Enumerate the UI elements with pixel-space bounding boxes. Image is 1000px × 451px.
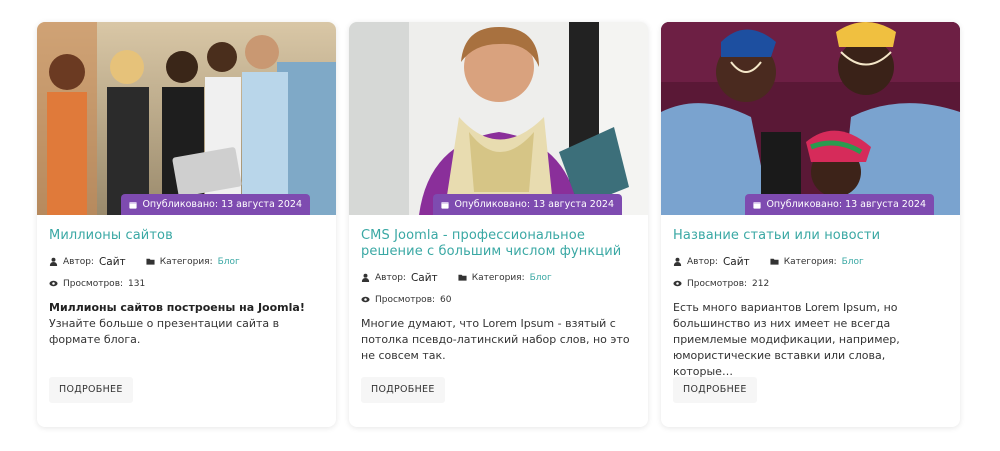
folder-icon (458, 274, 467, 281)
article-excerpt: Многие думают, что Lorem Ipsum - взятый … (361, 316, 636, 364)
photo-woman-with-scarf-icon (349, 22, 648, 215)
published-badge: Опубликовано: 13 августа 2024 (433, 194, 622, 215)
excerpt-text: Есть много вариантов Lorem Ipsum, но бол… (673, 301, 900, 378)
author-name: Сайт (98, 255, 126, 268)
article-meta-views: Просмотров: 131 (49, 276, 324, 291)
folder-icon (146, 258, 155, 265)
article-meta-author-category: Автор: Сайт Категория: Блог (361, 270, 636, 285)
article-title[interactable]: Миллионы сайтов (49, 228, 324, 244)
excerpt-text: Узнайте больше о презентации сайта в фор… (49, 317, 280, 346)
article-excerpt: Есть много вариантов Lorem Ipsum, но бол… (673, 300, 948, 380)
eye-icon (49, 280, 58, 287)
article-card: Опубликовано: 13 августа 2024 Миллионы с… (37, 22, 336, 427)
category-label: Категория: (783, 256, 837, 267)
category-link[interactable]: Блог (842, 257, 864, 267)
article-image[interactable]: Опубликовано: 13 августа 2024 (37, 22, 336, 215)
read-more-button[interactable]: ПОДРОБНЕЕ (673, 377, 757, 403)
article-image[interactable]: Опубликовано: 13 августа 2024 (349, 22, 648, 215)
excerpt-bold: Миллионы сайтов построены на Joomla! (49, 301, 305, 314)
published-badge: Опубликовано: 13 августа 2024 (745, 194, 934, 215)
articles-grid: Опубликовано: 13 августа 2024 Миллионы с… (0, 0, 1000, 451)
published-date: Опубликовано: 13 августа 2024 (142, 199, 302, 210)
author-label: Автор: (63, 256, 94, 267)
eye-icon (673, 280, 682, 287)
views-count: 60 (440, 294, 452, 305)
article-image[interactable]: Опубликовано: 13 августа 2024 (661, 22, 960, 215)
category-link[interactable]: Блог (218, 257, 240, 267)
article-excerpt: Миллионы сайтов построены на Joomla! Узн… (49, 300, 324, 348)
author-label: Автор: (375, 272, 406, 283)
published-date: Опубликовано: 13 августа 2024 (766, 199, 926, 210)
article-card: Опубликовано: 13 августа 2024 CMS Joomla… (349, 22, 648, 427)
author-label: Автор: (687, 256, 718, 267)
calendar-icon (441, 202, 450, 209)
views-label: Просмотров: (375, 294, 436, 305)
user-icon (49, 257, 58, 266)
author-name: Сайт (410, 271, 438, 284)
folder-icon (770, 258, 779, 265)
article-meta-author-category: Автор: Сайт Категория: Блог (673, 254, 948, 269)
category-label: Категория: (471, 272, 525, 283)
published-date: Опубликовано: 13 августа 2024 (454, 199, 614, 210)
photo-friends-with-tablet-icon (37, 22, 336, 215)
category-link[interactable]: Блог (530, 273, 552, 283)
article-title[interactable]: CMS Joomla - профессиональное решение с … (361, 228, 636, 260)
photo-two-women-face-paint-icon (661, 22, 960, 215)
user-icon (361, 273, 370, 282)
article-meta-views: Просмотров: 212 (673, 276, 948, 291)
author-name: Сайт (722, 255, 750, 268)
calendar-icon (753, 202, 762, 209)
published-badge: Опубликовано: 13 августа 2024 (121, 194, 310, 215)
article-title[interactable]: Название статьи или новости (673, 228, 948, 244)
category-label: Категория: (159, 256, 213, 267)
read-more-button[interactable]: ПОДРОБНЕЕ (361, 377, 445, 403)
article-card: Опубликовано: 13 августа 2024 Название с… (661, 22, 960, 427)
calendar-icon (129, 202, 138, 209)
article-meta-views: Просмотров: 60 (361, 292, 636, 307)
excerpt-text: Многие думают, что Lorem Ipsum - взятый … (361, 317, 630, 362)
read-more-button[interactable]: ПОДРОБНЕЕ (49, 377, 133, 403)
views-label: Просмотров: (687, 278, 748, 289)
user-icon (673, 257, 682, 266)
eye-icon (361, 296, 370, 303)
views-count: 131 (128, 278, 146, 289)
views-label: Просмотров: (63, 278, 124, 289)
views-count: 212 (752, 278, 770, 289)
article-meta-author-category: Автор: Сайт Категория: Блог (49, 254, 324, 269)
